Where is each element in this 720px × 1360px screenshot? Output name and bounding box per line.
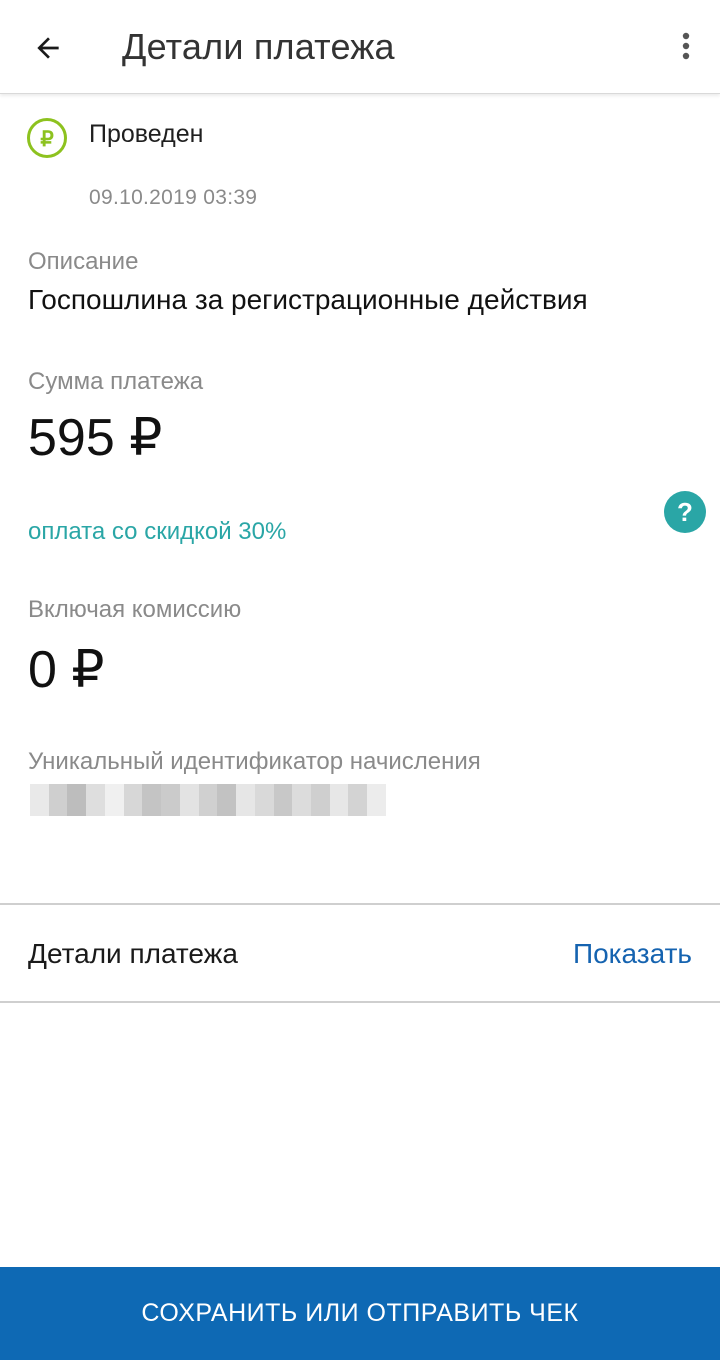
- payment-datetime: 09.10.2019 03:39: [89, 186, 258, 209]
- ruble-circle-icon: ₽: [27, 118, 67, 158]
- payment-details-label: Детали платежа: [28, 938, 238, 969]
- amount-value: 595 ₽: [28, 409, 163, 467]
- question-circle-icon[interactable]: ?: [664, 491, 706, 533]
- page-title: Детали платежа: [122, 26, 395, 67]
- description-value: Госпошлина за регистрационные действия: [28, 284, 588, 315]
- payment-status: Проведен: [89, 120, 204, 148]
- show-details-link[interactable]: Показать: [573, 938, 692, 970]
- arrow-left-icon: [37, 37, 59, 59]
- payment-details-screen: Детали платежа ₽ Проведен 09.10.2019 03:…: [0, 0, 720, 1360]
- accrual-id-value-redacted: [30, 784, 386, 816]
- commission-label: Включая комиссию: [28, 596, 242, 623]
- more-vertical-icon: [682, 32, 690, 60]
- commission-value: 0 ₽: [28, 641, 105, 699]
- accrual-id-label: Уникальный идентификатор начисления: [28, 748, 481, 775]
- app-bar: Детали платежа: [0, 0, 720, 94]
- description-label: Описание: [28, 248, 139, 275]
- payment-details-row[interactable]: Детали платежа Показать: [0, 904, 720, 1002]
- back-button[interactable]: [22, 22, 74, 74]
- more-options-button[interactable]: [670, 26, 702, 66]
- divider-bottom: [0, 1001, 720, 1003]
- amount-label: Сумма платежа: [28, 368, 204, 395]
- discount-note: оплата со скидкой 30%: [28, 518, 287, 545]
- save-or-send-receipt-button[interactable]: СОХРАНИТЬ ИЛИ ОТПРАВИТЬ ЧЕК: [0, 1267, 720, 1360]
- svg-text:?: ?: [677, 497, 693, 527]
- svg-text:₽: ₽: [40, 128, 54, 151]
